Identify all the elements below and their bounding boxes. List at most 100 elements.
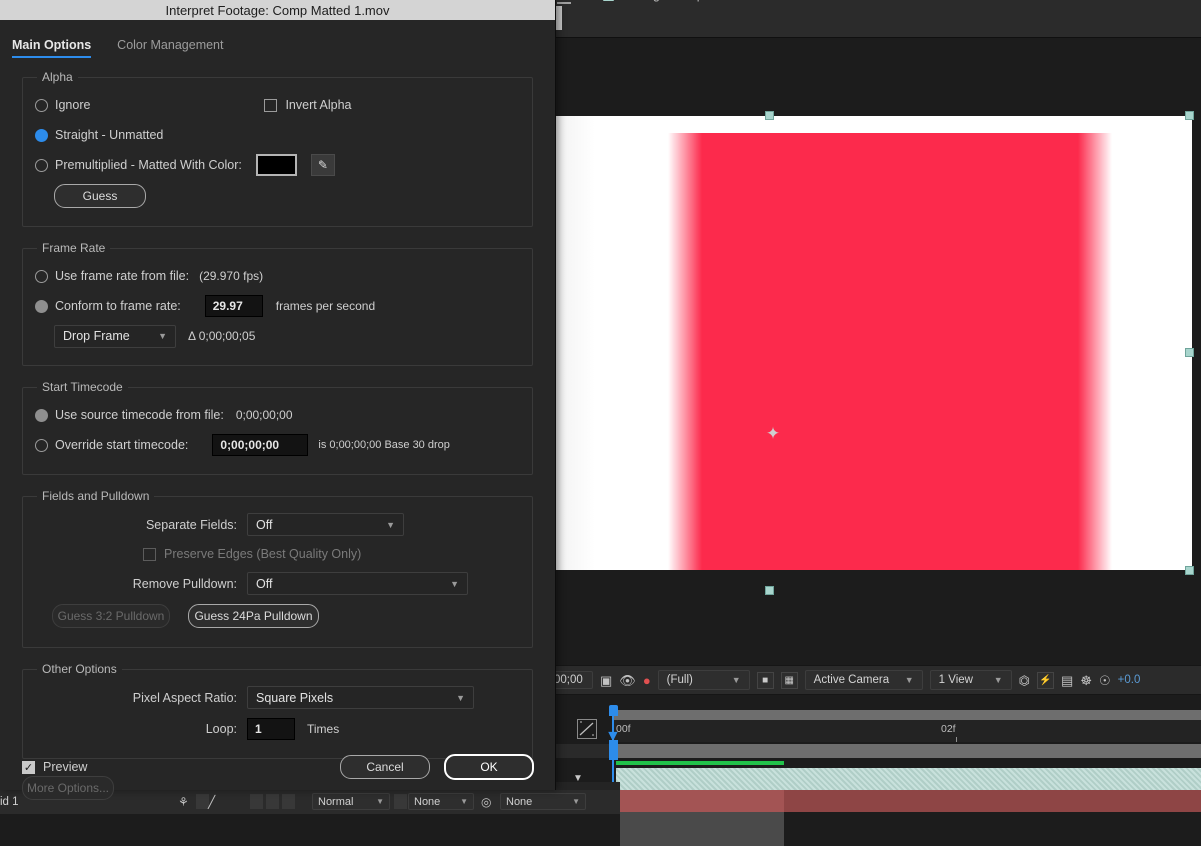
- conform-frame-rate-input[interactable]: 29.97: [204, 295, 263, 317]
- camera-view-select[interactable]: Active Camera ▼: [804, 670, 923, 690]
- radio-conform-to-frame-rate[interactable]: [35, 299, 48, 313]
- file-frame-rate-value: (29.970 fps): [199, 269, 264, 283]
- dialog-footer: ✓ Preview Cancel OK: [0, 744, 556, 790]
- guess-24pa-pulldown-button[interactable]: Guess 24Pa Pulldown: [188, 604, 319, 628]
- radio-straight-unmatted-label: Straight - Unmatted: [55, 128, 164, 142]
- chevron-down-icon: ▼: [158, 331, 167, 341]
- tab-footage-comp[interactable]: Footage Comp Matted 1.mov: [603, 0, 783, 2]
- composition-viewer[interactable]: ✦: [555, 38, 1201, 665]
- dialog-title: Interpret Footage: Comp Matted 1.mov: [165, 2, 390, 18]
- time-ruler[interactable]: 00f 02f: [612, 720, 1201, 742]
- graph-editor-icon[interactable]: [577, 719, 597, 739]
- start-timecode-group: Start Timecode Use source timecode from …: [22, 380, 533, 475]
- loop-label: Loop:: [205, 721, 237, 736]
- radio-override-start-timecode[interactable]: [35, 438, 48, 452]
- timeline-empty-area: [0, 814, 620, 846]
- timeline-layer-bar-2b[interactable]: [784, 790, 1201, 812]
- pixel-aspect-ratio-label: Pixel Aspect Ratio:: [132, 690, 237, 705]
- view-layout-value: 1 View: [938, 674, 973, 686]
- dialog-tabs: Main Options Color Management: [0, 20, 555, 58]
- loop-times-label: Times: [307, 721, 340, 736]
- selection-handle-right[interactable]: [1185, 348, 1194, 357]
- frame-rate-group: Frame Rate Use frame rate from file: (29…: [22, 241, 533, 366]
- tab-main-options[interactable]: Main Options: [12, 38, 92, 58]
- radio-premultiplied-label: Premultiplied - Matted With Color:: [55, 158, 242, 172]
- radio-use-source-timecode-label: Use source timecode from file:: [55, 408, 224, 422]
- checkbox-invert-alpha[interactable]: [264, 98, 278, 112]
- interpret-footage-dialog: Interpret Footage: Comp Matted 1.mov Mai…: [0, 0, 556, 800]
- timecode-mode-select[interactable]: Drop Frame ▼: [54, 324, 176, 348]
- timeline-panel[interactable]: 00f 02f ▼ ▼ ▼: [555, 695, 1201, 846]
- eyedropper-icon[interactable]: ✎: [310, 154, 335, 176]
- frame-rate-legend: Frame Rate: [42, 241, 106, 255]
- selection-handle-bottom-right[interactable]: [1185, 566, 1194, 575]
- chevron-down-icon: ▼: [731, 675, 741, 685]
- timeline-layer-bar-1[interactable]: [616, 768, 1201, 790]
- playhead-top-marker[interactable]: [609, 705, 618, 716]
- ok-button[interactable]: OK: [444, 754, 534, 780]
- camera-icon[interactable]: ▣: [600, 674, 612, 687]
- red-layer-rectangle: [668, 133, 1112, 570]
- work-area-bar[interactable]: [612, 710, 1201, 720]
- tab-main-options-label: Main Options: [12, 38, 92, 52]
- fields-pulldown-group: Fields and Pulldown Separate Fields: Off…: [22, 489, 533, 648]
- pixel-aspect-ratio-select[interactable]: Square Pixels ▼: [247, 686, 474, 709]
- cancel-button[interactable]: Cancel: [340, 755, 430, 779]
- chevron-down-icon: ▼: [993, 675, 1003, 685]
- chevron-down-icon: ▼: [386, 519, 395, 530]
- matte-color-swatch[interactable]: [255, 154, 297, 176]
- radio-ignore[interactable]: [35, 98, 48, 112]
- tab-color-management[interactable]: Color Management: [117, 38, 223, 58]
- radio-straight-unmatted[interactable]: [35, 128, 48, 142]
- render-progress-bar: [616, 761, 784, 765]
- pixel-aspect-correction-icon[interactable]: ⏣: [1019, 674, 1030, 687]
- eye-icon[interactable]: 👁: [619, 674, 636, 687]
- timeline-duration-band: [612, 744, 1201, 758]
- override-timecode-input[interactable]: 0;00;00;00: [212, 434, 309, 456]
- current-time-indicator-icon[interactable]: ▼: [605, 728, 621, 745]
- timeline-layer-bar-3[interactable]: [616, 812, 784, 846]
- guess-button[interactable]: Guess: [54, 184, 146, 208]
- tab-color-management-label: Color Management: [117, 38, 224, 52]
- loop-input[interactable]: 1: [247, 717, 295, 740]
- resolution-select[interactable]: (Full) ▼: [657, 670, 750, 690]
- fast-previews-icon[interactable]: ⚡: [1037, 671, 1055, 689]
- timeline-layer-bar-2a[interactable]: [616, 790, 784, 812]
- checkbox-invert-alpha-label: Invert Alpha: [285, 98, 352, 112]
- exposure-value[interactable]: +0.0: [1118, 674, 1141, 686]
- reset-exposure-icon[interactable]: ☉: [1099, 674, 1111, 687]
- view-layout-select[interactable]: 1 View ▼: [929, 670, 1012, 690]
- selection-handle-bottom[interactable]: [765, 586, 774, 595]
- selection-handle-top[interactable]: [765, 111, 774, 120]
- fields-pulldown-legend: Fields and Pulldown: [42, 489, 150, 503]
- checkbox-preserve-edges-label: Preserve Edges (Best Quality Only): [164, 547, 362, 561]
- radio-use-source-timecode[interactable]: [35, 408, 48, 422]
- start-timecode-legend: Start Timecode: [42, 380, 123, 394]
- rgb-channels-icon[interactable]: ●: [643, 674, 651, 687]
- remove-pulldown-value: Off: [256, 576, 273, 591]
- frame-rate-delta-label: Δ 0;00;00;05: [188, 329, 256, 343]
- region-of-interest-icon[interactable]: ■: [756, 671, 774, 689]
- checkbox-preview[interactable]: ✓: [22, 760, 35, 774]
- radio-use-frame-rate-from-file[interactable]: [35, 269, 48, 283]
- anchor-point-icon: ✦: [765, 424, 781, 443]
- selection-handle-top-right[interactable]: [1185, 111, 1194, 120]
- separate-fields-label: Separate Fields:: [145, 517, 237, 532]
- alpha-group: Alpha Ignore Invert Alpha Straight - Unm…: [22, 70, 533, 227]
- timeline-icon[interactable]: ▤: [1061, 674, 1073, 687]
- flowchart-icon[interactable]: ☸: [1080, 674, 1092, 687]
- source-timecode-value: 0;00;00;00: [235, 408, 293, 422]
- hamburger-menu-icon[interactable]: [557, 0, 571, 8]
- remove-pulldown-select[interactable]: Off ▼: [247, 572, 468, 595]
- camera-view-value: Active Camera: [813, 674, 890, 686]
- separate-fields-value: Off: [256, 517, 273, 532]
- separate-fields-select[interactable]: Off ▼: [247, 513, 404, 536]
- transparency-grid-icon[interactable]: ▦: [780, 671, 798, 689]
- chevron-down-icon: ▼: [450, 578, 459, 589]
- radio-premultiplied[interactable]: [35, 158, 48, 172]
- viewer-toolbar[interactable]: 00;00 ▣ 👁 ● (Full) ▼ ■ ▦ Active Camera ▼…: [547, 665, 1201, 695]
- chevron-down-icon: ▼: [456, 692, 465, 703]
- radio-ignore-label: Ignore: [55, 98, 91, 112]
- panel-drag-handle[interactable]: [555, 6, 562, 30]
- radio-override-label: Override start timecode:: [55, 438, 189, 452]
